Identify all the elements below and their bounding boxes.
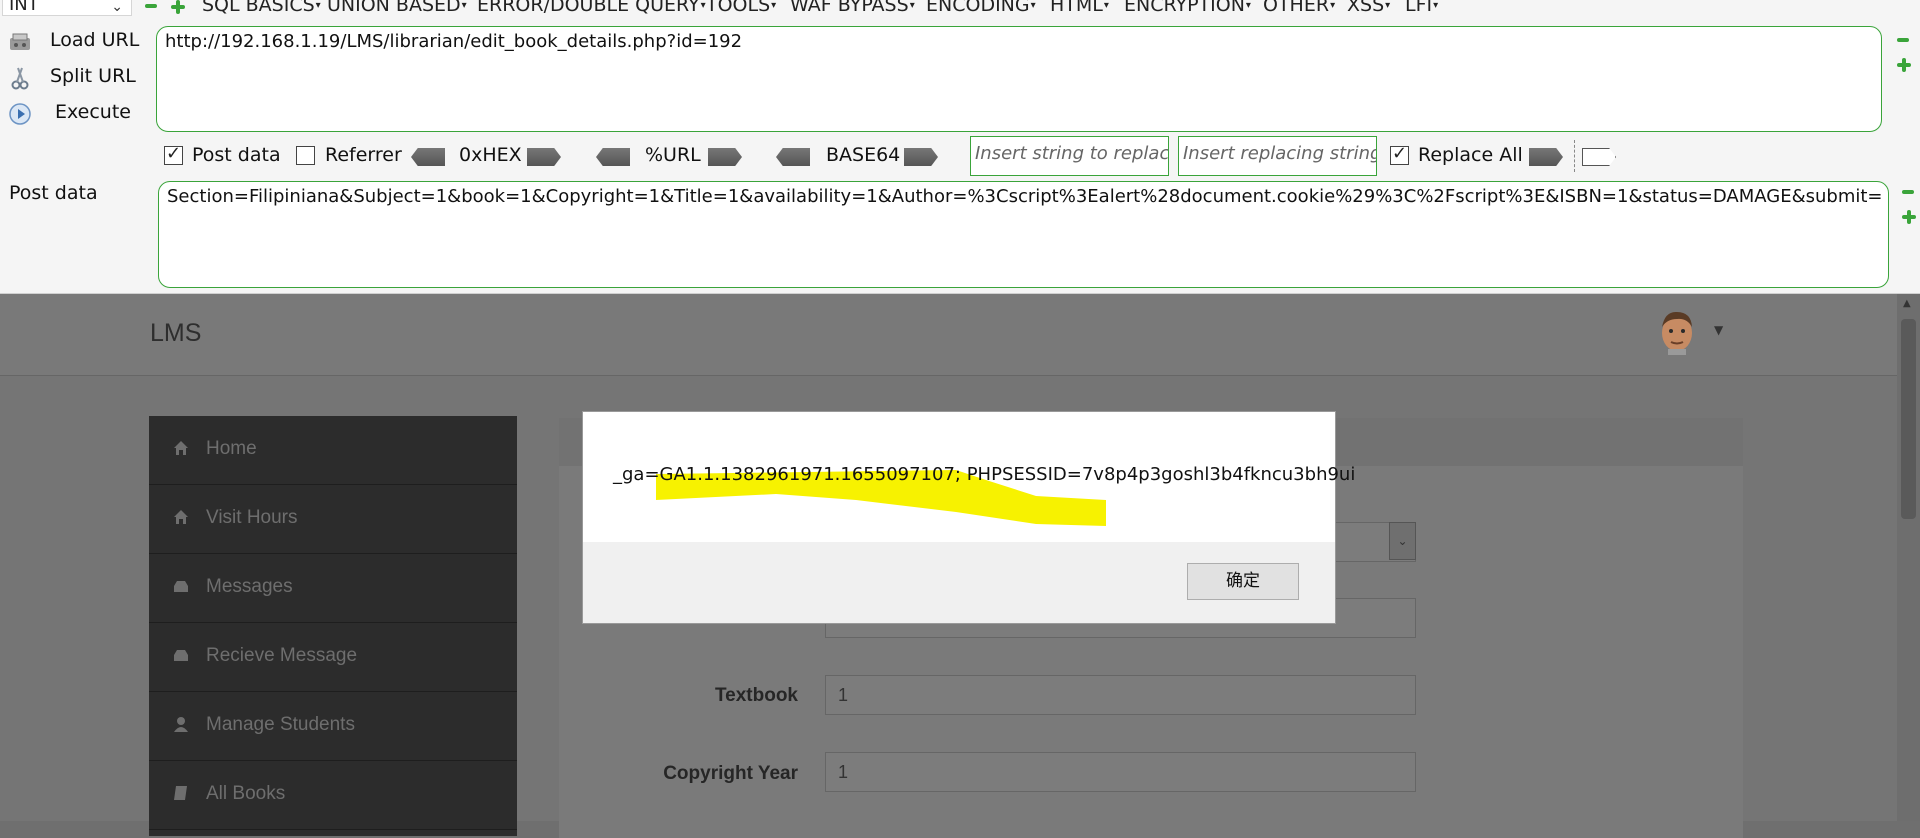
page-scrollbar[interactable]: ▲ [1897, 293, 1920, 821]
user-icon [174, 717, 188, 732]
page-header: LMS ▼ [0, 293, 1897, 376]
hex-label: 0xHEX [459, 144, 522, 166]
url-minus-icon[interactable] [1897, 38, 1909, 42]
menu-html[interactable]: HTML▾ [1050, 0, 1109, 16]
url-encode-arrow-icon[interactable] [708, 148, 742, 166]
avatar[interactable] [1655, 307, 1699, 355]
chevron-down-icon[interactable]: ▼ [1714, 323, 1723, 337]
post-data-checkbox[interactable] [164, 143, 183, 165]
ok-button[interactable]: 确定 [1187, 563, 1299, 600]
menu-encoding[interactable]: ENCODING▾ [926, 0, 1036, 16]
base64-label: BASE64 [826, 144, 901, 166]
divider [1574, 140, 1575, 172]
menu-lfi[interactable]: LFI▾ [1405, 0, 1438, 16]
inbox-icon [174, 581, 188, 592]
base64-decode-arrow-icon[interactable] [776, 148, 810, 166]
hackbar-menu-row: INT ⌄ SQL BASICS▾ UNION BASED▾ ERROR/DOU… [0, 0, 1920, 22]
replace-all-label: Replace All [1418, 144, 1523, 166]
menu-union-based[interactable]: UNION BASED▾ [327, 0, 467, 16]
hackbar-panel: INT ⌄ SQL BASICS▾ UNION BASED▾ ERROR/DOU… [0, 0, 1920, 294]
menu-xss[interactable]: XSS▾ [1347, 0, 1390, 16]
hex-encode-arrow-icon[interactable] [527, 148, 561, 166]
options-row: Post data Referrer 0xHEX %URL BASE64 Ins… [0, 136, 1920, 176]
referrer-checkbox[interactable] [296, 146, 315, 165]
chevron-down-icon[interactable]: ⌄ [1389, 522, 1416, 560]
post-minus-icon[interactable] [1902, 190, 1914, 194]
referrer-checkbox-label: Referrer [325, 144, 402, 166]
replace-arrow-icon[interactable] [1529, 148, 1563, 166]
alert-body: _ga=GA1.1.1382961971.1655097107; PHPSESS… [583, 412, 1355, 542]
minus-icon[interactable] [145, 4, 157, 8]
sidebar-item-visit-hours[interactable]: Visit Hours [149, 485, 517, 554]
type-select-value: INT [9, 0, 39, 15]
replacing-string-input[interactable]: Insert replacing string [1178, 136, 1377, 176]
menu-other[interactable]: OTHER▾ [1263, 0, 1335, 16]
post-data-value: Section=Filipiniana&Subject=1&book=1&Cop… [167, 186, 1883, 207]
post-data-label: Post data [9, 182, 98, 204]
copyright-year-label: Copyright Year [663, 763, 798, 784]
url-value: http://192.168.1.19/LMS/librarian/edit_b… [165, 31, 743, 52]
play-icon [9, 103, 31, 125]
sidebar-item-manage-students[interactable]: Manage Students [149, 692, 517, 761]
menu-tools[interactable]: TOOLS▾ [706, 0, 776, 16]
base64-encode-arrow-icon[interactable] [904, 148, 938, 166]
post-data-checkbox-label: Post data [192, 144, 281, 166]
load-url-icon [10, 33, 30, 50]
sidebar-item-home[interactable]: Home [149, 416, 517, 485]
replace-hollow-arrow-icon[interactable] [1582, 148, 1616, 166]
post-data-input[interactable]: Section=Filipiniana&Subject=1&book=1&Cop… [158, 181, 1889, 288]
sidebar-item-all-books[interactable]: All Books [149, 761, 517, 830]
scroll-up-icon[interactable]: ▲ [1903, 298, 1911, 309]
menu-sql-basics[interactable]: SQL BASICS▾ [202, 0, 321, 16]
url-encoding-label: %URL [645, 144, 701, 166]
copyright-year-input[interactable]: 1 [825, 752, 1416, 792]
replace-all-checkbox[interactable] [1390, 143, 1409, 165]
inbox-icon [174, 650, 188, 661]
alert-message: _ga=GA1.1.1382961971.1655097107; PHPSESS… [613, 464, 1356, 485]
sidebar: Home Visit Hours Messages Recieve Messag… [149, 416, 517, 836]
sidebar-item-recieve-message[interactable]: Recieve Message [149, 623, 517, 692]
brand-logo[interactable]: LMS [150, 319, 201, 348]
scrollbar-thumb[interactable] [1901, 319, 1916, 519]
chevron-down-icon: ⌄ [111, 0, 123, 15]
home-icon [174, 441, 188, 455]
scissors-icon [11, 67, 29, 90]
menu-error-double-query[interactable]: ERROR/DOUBLE QUERY▾ [477, 0, 706, 16]
plus-icon[interactable] [171, 0, 185, 14]
url-input[interactable]: http://192.168.1.19/LMS/librarian/edit_b… [156, 26, 1882, 132]
post-plus-icon[interactable] [1902, 210, 1916, 224]
menu-waf-bypass[interactable]: WAF BYPASS▾ [790, 0, 915, 16]
type-select[interactable]: INT ⌄ [2, 0, 132, 16]
alert-dialog: _ga=GA1.1.1382961971.1655097107; PHPSESS… [582, 411, 1355, 624]
book-icon [174, 786, 187, 800]
menu-encryption[interactable]: ENCRYPTION▾ [1124, 0, 1251, 16]
home-icon [174, 510, 188, 524]
sidebar-item-messages[interactable]: Messages [149, 554, 517, 623]
hex-decode-arrow-icon[interactable] [411, 148, 445, 166]
url-decode-arrow-icon[interactable] [596, 148, 630, 166]
textbook-input[interactable]: 1 [825, 675, 1416, 715]
url-plus-icon[interactable] [1897, 58, 1911, 72]
insert-string-input[interactable]: Insert string to replace [970, 136, 1169, 176]
textbook-label: Textbook [714, 685, 798, 706]
